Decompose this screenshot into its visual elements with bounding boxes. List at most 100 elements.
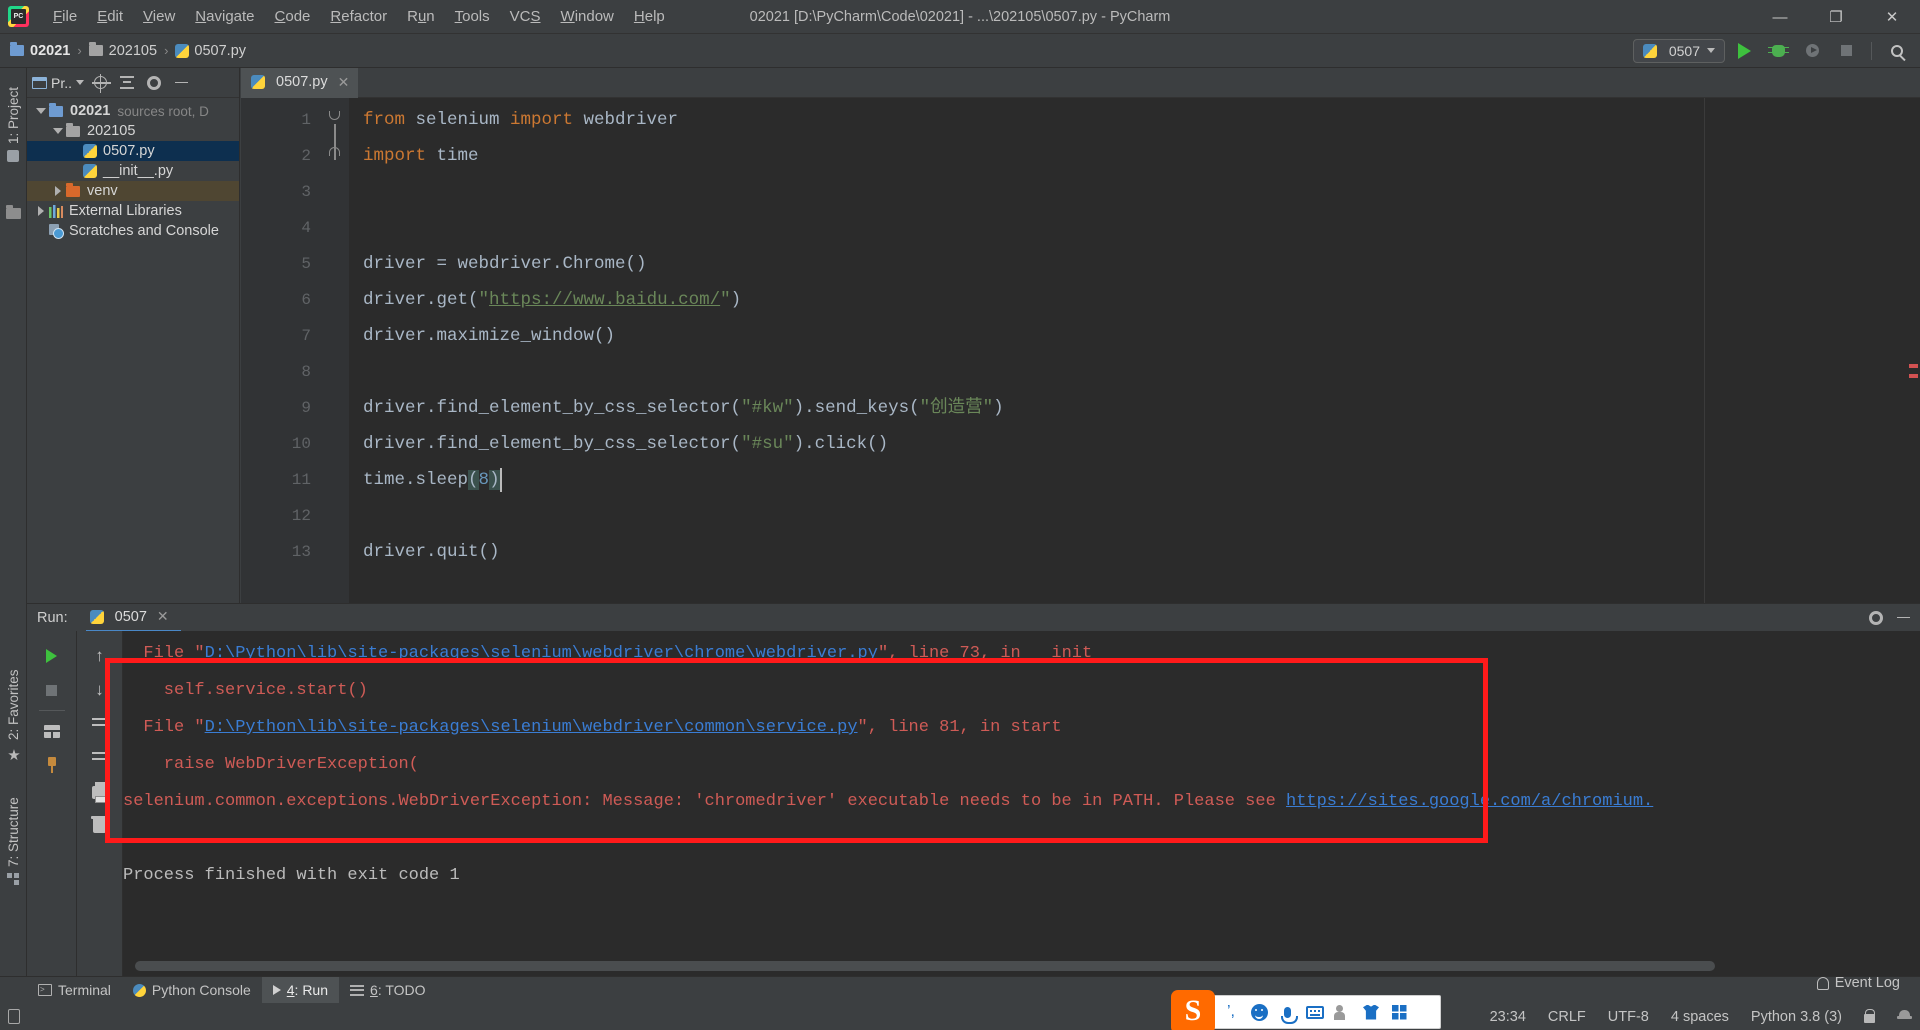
- ime-toolbox-button[interactable]: [1385, 997, 1413, 1027]
- tree-node[interactable]: venv: [27, 181, 239, 201]
- scroll-from-source-button[interactable]: [89, 72, 111, 94]
- menu-help[interactable]: Help: [624, 4, 675, 29]
- breadcrumb-item-folder[interactable]: 202105: [88, 42, 157, 59]
- tree-node[interactable]: __init__.py: [27, 161, 239, 181]
- menu-navigate[interactable]: Navigate: [185, 4, 264, 29]
- sidebar-tab-project[interactable]: 1: Project: [0, 74, 27, 174]
- sidebar-tab-favorites[interactable]: ★ 2: Favorites: [0, 658, 27, 776]
- hide-panel-button[interactable]: [170, 72, 192, 94]
- clear-all-button[interactable]: [83, 809, 117, 843]
- close-icon[interactable]: ✕: [338, 74, 350, 91]
- soft-wrap-button[interactable]: [83, 707, 117, 741]
- code-line[interactable]: driver.find_element_by_css_selector("#kw…: [363, 390, 1004, 426]
- code-line[interactable]: driver.maximize_window(): [363, 318, 615, 354]
- down-stacktrace-button[interactable]: ↓: [83, 673, 117, 707]
- collapse-all-button[interactable]: [116, 72, 138, 94]
- close-button[interactable]: ✕: [1864, 0, 1920, 34]
- code-line[interactable]: driver.quit(): [363, 534, 500, 570]
- menu-refactor[interactable]: Refactor: [320, 4, 397, 29]
- fold-marker-icon[interactable]: [329, 147, 341, 159]
- menu-window[interactable]: Window: [551, 4, 624, 29]
- pin-tab-button[interactable]: [35, 748, 69, 782]
- lock-icon[interactable]: [1864, 1008, 1875, 1023]
- tree-node[interactable]: 0507.py: [27, 141, 239, 161]
- code-line[interactable]: driver.find_element_by_css_selector("#su…: [363, 426, 888, 462]
- debug-button[interactable]: [1763, 38, 1793, 64]
- tree-node[interactable]: 202105: [27, 121, 239, 141]
- status-interpreter[interactable]: Python 3.8 (3): [1751, 1009, 1842, 1025]
- stop-button[interactable]: [1831, 38, 1861, 64]
- console-link[interactable]: D:\Python\lib\site-packages\selenium\web…: [205, 718, 858, 737]
- event-log-button[interactable]: Event Log: [1816, 975, 1900, 991]
- status-indent[interactable]: 4 spaces: [1671, 1009, 1729, 1025]
- project-pane-title[interactable]: Pr..: [32, 75, 85, 91]
- ime-voice-button[interactable]: [1273, 997, 1301, 1027]
- minimize-icon[interactable]: [1897, 616, 1910, 619]
- layout-settings-button[interactable]: [35, 714, 69, 748]
- menu-code[interactable]: Code: [265, 4, 321, 29]
- ime-skin-button[interactable]: [1357, 997, 1385, 1027]
- tree-node[interactable]: 02021 sources root, D: [27, 101, 239, 121]
- bottom-tab-todo[interactable]: 6: TODO: [339, 977, 437, 1004]
- project-settings-button[interactable]: [143, 72, 165, 94]
- ime-keyboard-button[interactable]: [1301, 997, 1329, 1027]
- status-encoding[interactable]: UTF-8: [1608, 1009, 1649, 1025]
- error-marker[interactable]: [1909, 374, 1918, 378]
- code-line[interactable]: time.sleep(8): [363, 462, 500, 498]
- code-area[interactable]: from selenium import webdriver import tim…: [349, 98, 1920, 603]
- up-stacktrace-button[interactable]: ↑: [83, 639, 117, 673]
- code-editor[interactable]: 1 2 3 4 5 6 7 8 9 10 11 12 13 from selenium import w…: [241, 98, 1920, 603]
- bottom-tab-run[interactable]: 4: Run: [261, 976, 340, 1004]
- gear-icon[interactable]: [1869, 610, 1883, 625]
- error-marker[interactable]: [1909, 364, 1918, 368]
- chevron-right-icon[interactable]: [33, 206, 49, 216]
- menu-file[interactable]: File: [43, 4, 87, 29]
- code-line[interactable]: import time: [363, 138, 479, 174]
- tree-node[interactable]: External Libraries: [27, 201, 239, 221]
- menu-edit[interactable]: Edit: [87, 4, 133, 29]
- scroll-to-end-button[interactable]: [83, 741, 117, 775]
- ime-emoji-button[interactable]: [1245, 997, 1273, 1027]
- rerun-button[interactable]: [35, 639, 69, 673]
- search-everywhere-button[interactable]: [1882, 38, 1912, 64]
- code-folding-gutter[interactable]: [321, 98, 349, 603]
- sogou-logo-icon[interactable]: S: [1171, 990, 1215, 1030]
- minimize-button[interactable]: —: [1752, 0, 1808, 34]
- fold-marker-icon[interactable]: [329, 111, 341, 123]
- minimize-window-icon[interactable]: [8, 1009, 20, 1024]
- console-scrollbar[interactable]: [135, 961, 1815, 971]
- bottom-tab-terminal[interactable]: > Terminal: [27, 977, 122, 1004]
- sidebar-tab-structure[interactable]: 7: Structure: [0, 782, 27, 900]
- print-button[interactable]: [83, 775, 117, 809]
- code-line[interactable]: from selenium import webdriver: [363, 102, 678, 138]
- bottom-tab-python-console[interactable]: Python Console: [122, 977, 262, 1004]
- run-button[interactable]: [1729, 38, 1759, 64]
- console-link[interactable]: D:\Python\lib\site-packages\selenium\web…: [205, 644, 878, 663]
- chevron-down-icon[interactable]: [50, 128, 66, 134]
- console-link[interactable]: https://sites.google.com/a/chromium.: [1286, 792, 1653, 811]
- breadcrumb-item-project[interactable]: 02021: [10, 42, 70, 59]
- console-scrollbar-thumb[interactable]: [135, 961, 1715, 971]
- tree-node[interactable]: Scratches and Console: [27, 221, 239, 241]
- run-tab-0507[interactable]: 0507 ✕: [85, 608, 181, 633]
- chevron-right-icon[interactable]: [50, 186, 66, 196]
- run-configuration-selector[interactable]: 0507: [1632, 38, 1725, 63]
- close-icon[interactable]: ✕: [157, 608, 169, 625]
- menu-view[interactable]: View: [133, 4, 185, 29]
- chevron-down-icon[interactable]: [33, 108, 49, 114]
- maximize-button[interactable]: ❐: [1808, 0, 1864, 34]
- editor-tab-0507[interactable]: 0507.py ✕: [241, 68, 359, 98]
- status-line-separator[interactable]: CRLF: [1548, 1009, 1586, 1025]
- menu-tools[interactable]: Tools: [445, 4, 500, 29]
- ime-user-button[interactable]: [1329, 997, 1357, 1027]
- inspector-icon[interactable]: [1897, 1009, 1912, 1024]
- code-line[interactable]: driver = webdriver.Chrome(): [363, 246, 647, 282]
- ime-punctuation-mode[interactable]: ’,: [1217, 997, 1245, 1027]
- code-line[interactable]: driver.get("https://www.baidu.com/"): [363, 282, 741, 318]
- stop-process-button[interactable]: [35, 673, 69, 707]
- menu-vcs[interactable]: VCS: [500, 4, 551, 29]
- code-token[interactable]: https://www.baidu.com/: [489, 290, 720, 310]
- coverage-button[interactable]: [1797, 38, 1827, 64]
- run-console-output[interactable]: File "D:\Python\lib\site-packages\seleni…: [123, 631, 1920, 976]
- menu-run[interactable]: Run: [397, 4, 445, 29]
